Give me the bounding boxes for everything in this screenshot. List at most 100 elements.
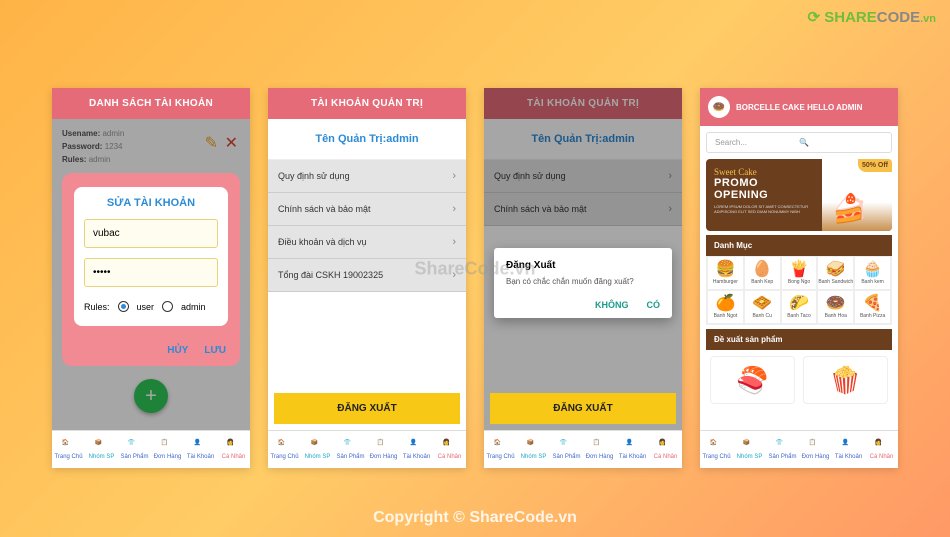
header-title: DANH SÁCH TÀI KHOẢN: [52, 88, 250, 119]
nav-sản-phẩm[interactable]: 👕Sản Phẩm: [334, 431, 367, 468]
category-banh-kem[interactable]: 🧁Banh kem: [854, 256, 891, 290]
header-title: TÀI KHOẢN QUẢN TRỊ: [268, 88, 466, 119]
password-input[interactable]: [84, 258, 218, 287]
nav-nhóm-sp[interactable]: 📦Nhóm SP: [517, 431, 550, 468]
bottom-nav: 🏠Trang Chủ📦Nhóm SP👕Sản Phẩm📋Đơn Hàng👤Tài…: [52, 430, 250, 468]
refresh-icon: ⟳: [807, 9, 820, 26]
nav-trang-chủ[interactable]: 🏠Trang Chủ: [52, 431, 85, 468]
category-bong-ngo[interactable]: 🍟Bong Ngo: [781, 256, 818, 290]
category-icon: 🌮: [789, 295, 809, 313]
product-card[interactable]: 🍣: [710, 356, 795, 404]
username-input[interactable]: [84, 219, 218, 248]
store-title: BORCELLE CAKE HELLO ADMIN: [736, 103, 862, 112]
list-item[interactable]: Chính sách và bảo mật›: [268, 193, 466, 226]
screen-account-list: DANH SÁCH TÀI KHOẢN Usename: admin Passw…: [52, 88, 250, 468]
nav-icon: 📋: [377, 439, 391, 453]
nav-icon: 👕: [560, 439, 574, 453]
dialog-message: Bạn có chắc chắn muốn đăng xuất?: [506, 277, 660, 286]
category-icon: 🍊: [715, 295, 735, 313]
logout-dialog: Đăng Xuất Bạn có chắc chắn muốn đăng xuấ…: [494, 248, 672, 318]
nav-tài-khoản[interactable]: 👤Tài Khoản: [616, 431, 649, 468]
promo-image: 50% Off 🍰: [822, 159, 892, 231]
nav-icon: 🏠: [278, 439, 292, 453]
nav-icon: 👤: [626, 439, 640, 453]
nav-trang-chủ[interactable]: 🏠Trang Chủ: [484, 431, 517, 468]
nav-trang-chủ[interactable]: 🏠Trang Chủ: [268, 431, 301, 468]
radio-admin[interactable]: [162, 301, 173, 312]
store-header: 🍩 BORCELLE CAKE HELLO ADMIN: [700, 88, 898, 126]
category-title: Danh Mục: [706, 235, 892, 256]
nav-icon: 👤: [410, 439, 424, 453]
logout-button[interactable]: ĐĂNG XUẤT: [490, 393, 676, 424]
nav-trang-chủ[interactable]: 🏠Trang Chủ: [700, 431, 733, 468]
edit-account-modal: SỬA TÀI KHOẢN Rules: user admin HỦY LƯU: [62, 173, 240, 366]
nav-icon: 👤: [842, 439, 856, 453]
rules-row: Rules: user admin: [84, 301, 218, 312]
nav-icon: 📋: [809, 439, 823, 453]
nav-sản-phẩm[interactable]: 👕Sản Phẩm: [118, 431, 151, 468]
bottom-nav: 🏠Trang Chủ📦Nhóm SP👕Sản Phẩm📋Đơn Hàng👤Tài…: [484, 430, 682, 468]
nav-icon: 📦: [95, 439, 109, 453]
nav-icon: 👩: [875, 439, 889, 453]
search-input[interactable]: Search... 🔍: [706, 132, 892, 153]
nav-cá-nhân[interactable]: 👩Cá Nhân: [649, 431, 682, 468]
radio-user[interactable]: [118, 301, 129, 312]
nav-sản-phẩm[interactable]: 👕Sản Phẩm: [766, 431, 799, 468]
nav-icon: 📋: [593, 439, 607, 453]
nav-cá-nhân[interactable]: 👩Cá Nhân: [865, 431, 898, 468]
nav-cá-nhân[interactable]: 👩Cá Nhân: [433, 431, 466, 468]
nav-icon: 🏠: [494, 439, 508, 453]
category-grid: 🍔Hamburger🥚Banh Kep🍟Bong Ngo🥪Banh Sandwi…: [706, 256, 892, 325]
search-icon: 🔍: [799, 138, 883, 147]
nav-đơn-hàng[interactable]: 📋Đơn Hàng: [367, 431, 400, 468]
nav-cá-nhân[interactable]: 👩Cá Nhân: [217, 431, 250, 468]
bottom-nav: 🏠Trang Chủ📦Nhóm SP👕Sản Phẩm📋Đơn Hàng👤Tài…: [268, 430, 466, 468]
chevron-right-icon: ›: [452, 170, 456, 182]
category-banh-taco[interactable]: 🌮Banh Taco: [781, 290, 818, 324]
dialog-yes-button[interactable]: CÓ: [647, 300, 661, 310]
save-button[interactable]: LƯU: [204, 345, 226, 356]
nav-nhóm-sp[interactable]: 📦Nhóm SP: [733, 431, 766, 468]
promo-banner[interactable]: Sweet Cake PROMO OPENING LOREM IPSUM DOL…: [706, 159, 892, 231]
nav-nhóm-sp[interactable]: 📦Nhóm SP: [85, 431, 118, 468]
nav-nhóm-sp[interactable]: 📦Nhóm SP: [301, 431, 334, 468]
bottom-nav: 🏠Trang Chủ📦Nhóm SP👕Sản Phẩm📋Đơn Hàng👤Tài…: [700, 430, 898, 468]
nav-tài-khoản[interactable]: 👤Tài Khoản: [832, 431, 865, 468]
category-icon: 🍕: [863, 295, 883, 313]
dialog-no-button[interactable]: KHÔNG: [595, 300, 629, 310]
category-icon: 🍩: [826, 295, 846, 313]
nav-tài-khoản[interactable]: 👤Tài Khoản: [400, 431, 433, 468]
category-banh-hoa[interactable]: 🍩Banh Hoa: [817, 290, 854, 324]
category-banh-pizza[interactable]: 🍕Banh Pizza: [854, 290, 891, 324]
nav-icon: 📦: [527, 439, 541, 453]
list-item[interactable]: Quy định sử dụng›: [268, 160, 466, 193]
nav-icon: 👕: [128, 439, 142, 453]
nav-icon: 👕: [344, 439, 358, 453]
nav-sản-phẩm[interactable]: 👕Sản Phẩm: [550, 431, 583, 468]
category-banh-ngot[interactable]: 🍊Banh Ngot: [707, 290, 744, 324]
nav-icon: 🏠: [62, 439, 76, 453]
list-item[interactable]: Tổng đài CSKH 19002325›: [268, 259, 466, 292]
discount-badge: 50% Off: [858, 159, 892, 172]
nav-đơn-hàng[interactable]: 📋Đơn Hàng: [151, 431, 184, 468]
screen-storefront: 🍩 BORCELLE CAKE HELLO ADMIN Search... 🔍 …: [700, 88, 898, 468]
watermark-bottom: Copyright © ShareCode.vn: [373, 509, 577, 527]
modal-title: SỬA TÀI KHOẢN: [84, 197, 218, 209]
category-banh-kep[interactable]: 🥚Banh Kep: [744, 256, 781, 290]
nav-đơn-hàng[interactable]: 📋Đơn Hàng: [799, 431, 832, 468]
nav-icon: 🏠: [710, 439, 724, 453]
nav-tài-khoản[interactable]: 👤Tài Khoản: [184, 431, 217, 468]
cancel-button[interactable]: HỦY: [167, 345, 188, 356]
nav-đơn-hàng[interactable]: 📋Đơn Hàng: [583, 431, 616, 468]
product-card[interactable]: 🍿: [803, 356, 888, 404]
category-banh-cu[interactable]: 🧇Banh Cu: [744, 290, 781, 324]
site-logo: ⟳ SHARECODE.vn: [807, 8, 936, 26]
list-item[interactable]: Điều khoản và dịch vụ›: [268, 226, 466, 259]
nav-icon: 👕: [776, 439, 790, 453]
logout-button[interactable]: ĐĂNG XUẤT: [274, 393, 460, 424]
dialog-title: Đăng Xuất: [506, 260, 660, 271]
brand-logo-icon: 🍩: [708, 96, 730, 118]
category-hamburger[interactable]: 🍔Hamburger: [707, 256, 744, 290]
category-banh-sandwich[interactable]: 🥪Banh Sandwich: [817, 256, 854, 290]
screen-admin-logout-dialog: TÀI KHOẢN QUẢN TRỊ Tên Quản Trị:admin Qu…: [484, 88, 682, 468]
